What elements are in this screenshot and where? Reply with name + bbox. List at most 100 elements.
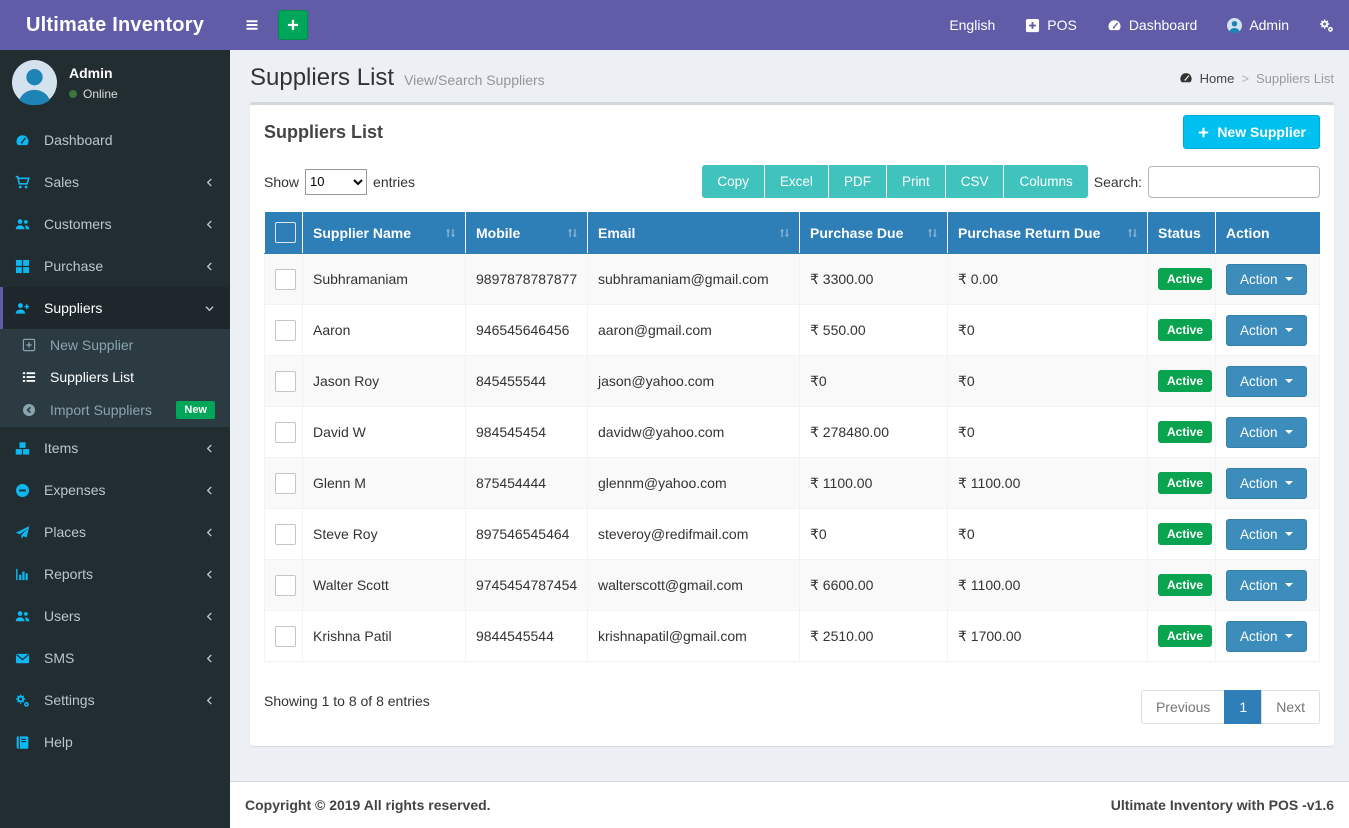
body-row: Admin Online Dashboard Sales Customers Purc… bbox=[0, 50, 1349, 828]
cell-action: Action bbox=[1215, 610, 1320, 662]
cell-purchase-due: ₹0 bbox=[799, 355, 948, 407]
export-print-button[interactable]: Print bbox=[886, 165, 946, 198]
pagination: Previous 1 Next bbox=[1140, 690, 1320, 724]
row-action-button[interactable]: Action bbox=[1226, 365, 1307, 397]
row-action-button[interactable]: Action bbox=[1226, 467, 1307, 499]
sidebar-item-sales[interactable]: Sales bbox=[0, 161, 230, 203]
list-icon bbox=[22, 370, 44, 384]
row-checkbox[interactable] bbox=[275, 268, 296, 290]
page-length-select[interactable]: 10 bbox=[305, 168, 368, 195]
column-header-supplier-name[interactable]: Supplier Name bbox=[302, 212, 466, 254]
user-menu[interactable]: Admin bbox=[1212, 0, 1304, 50]
content: Suppliers List New Supplier Show 10 entr… bbox=[230, 98, 1349, 781]
sidebar-item-label: Items bbox=[44, 440, 79, 456]
cell-status: Active bbox=[1147, 508, 1216, 560]
page-title-text: Suppliers List bbox=[250, 64, 395, 91]
sidebar-item-expenses[interactable]: Expenses bbox=[0, 469, 230, 511]
new-badge: New bbox=[176, 401, 215, 419]
cell-mobile: 9745454787454 bbox=[465, 559, 588, 611]
sidebar-item-customers[interactable]: Customers bbox=[0, 203, 230, 245]
plus-icon bbox=[1197, 126, 1210, 139]
sidebar-item-items[interactable]: Items bbox=[0, 427, 230, 469]
column-header-email[interactable]: Email bbox=[587, 212, 800, 254]
sidebar-item-help[interactable]: Help bbox=[0, 721, 230, 763]
sidebar-item-label: Suppliers bbox=[44, 300, 103, 316]
cogs-icon bbox=[15, 693, 37, 708]
sidebar-item-users[interactable]: Users bbox=[0, 595, 230, 637]
row-checkbox[interactable] bbox=[275, 574, 296, 596]
pagination-page-1-button[interactable]: 1 bbox=[1224, 690, 1263, 724]
sidebar-item-label: Customers bbox=[44, 216, 112, 232]
cell-status: Active bbox=[1147, 559, 1216, 611]
sidebar-item-places[interactable]: Places bbox=[0, 511, 230, 553]
export-copy-button[interactable]: Copy bbox=[702, 165, 765, 198]
navbar-right: English POS Dashboard Admin bbox=[934, 0, 1349, 50]
pagination-previous-button[interactable]: Previous bbox=[1140, 690, 1226, 724]
row-checkbox[interactable] bbox=[275, 625, 296, 647]
language-menu[interactable]: English bbox=[934, 0, 1010, 50]
cell-mobile: 9897878787877 bbox=[465, 253, 588, 305]
sidebar-item-sms[interactable]: SMS bbox=[0, 637, 230, 679]
cell-supplier-name: David W bbox=[302, 406, 466, 458]
cell-mobile: 897546545464 bbox=[465, 508, 588, 560]
row-action-button[interactable]: Action bbox=[1226, 263, 1307, 295]
cell-select bbox=[264, 559, 303, 611]
sort-icon bbox=[778, 226, 791, 239]
row-action-button[interactable]: Action bbox=[1226, 314, 1307, 346]
sidebar-item-reports[interactable]: Reports bbox=[0, 553, 230, 595]
column-header-mobile[interactable]: Mobile bbox=[465, 212, 588, 254]
cell-mobile: 845455544 bbox=[465, 355, 588, 407]
cell-action: Action bbox=[1215, 253, 1320, 305]
cell-purchase-due: ₹ 550.00 bbox=[799, 304, 948, 356]
row-action-button[interactable]: Action bbox=[1226, 518, 1307, 550]
search-input[interactable] bbox=[1148, 165, 1320, 198]
sidebar-toggle-button[interactable] bbox=[230, 0, 274, 50]
row-action-button[interactable]: Action bbox=[1226, 620, 1307, 652]
settings-menu[interactable] bbox=[1304, 0, 1349, 50]
cell-select bbox=[264, 304, 303, 356]
row-action-button[interactable]: Action bbox=[1226, 416, 1307, 448]
caret-down-icon bbox=[1284, 583, 1293, 587]
sidebar-item-settings[interactable]: Settings bbox=[0, 679, 230, 721]
pagination-next-button[interactable]: Next bbox=[1261, 690, 1320, 724]
breadcrumb-home-link[interactable]: Home bbox=[1200, 71, 1235, 86]
column-header-purchase-due[interactable]: Purchase Due bbox=[799, 212, 948, 254]
brand-logo[interactable]: Ultimate Inventory bbox=[0, 0, 230, 50]
row-checkbox[interactable] bbox=[275, 472, 296, 494]
export-pdf-button[interactable]: PDF bbox=[828, 165, 887, 198]
export-excel-button[interactable]: Excel bbox=[764, 165, 829, 198]
cell-status: Active bbox=[1147, 304, 1216, 356]
column-header-status: Status bbox=[1147, 212, 1216, 254]
submenu-suppliers: New Supplier Suppliers List Import Supplie… bbox=[0, 329, 230, 427]
select-all-checkbox[interactable] bbox=[274, 222, 296, 243]
new-supplier-button[interactable]: New Supplier bbox=[1183, 115, 1320, 149]
quick-add-button[interactable] bbox=[278, 10, 308, 40]
sidebar-item-suppliers[interactable]: Suppliers bbox=[0, 287, 230, 329]
suppliers-table: Supplier Name Mobile Email Purchase Due Purc… bbox=[264, 212, 1320, 662]
chevron-left-icon bbox=[204, 611, 215, 622]
sidebar-item-new-supplier[interactable]: New Supplier bbox=[0, 329, 230, 361]
chevron-left-icon bbox=[204, 443, 215, 454]
sidebar-item-import-suppliers[interactable]: Import Suppliers New bbox=[0, 393, 230, 427]
cell-action: Action bbox=[1215, 355, 1320, 407]
sidebar-item-suppliers-list[interactable]: Suppliers List bbox=[0, 361, 230, 393]
row-action-button[interactable]: Action bbox=[1226, 569, 1307, 601]
pos-link[interactable]: POS bbox=[1010, 0, 1092, 50]
sidebar-menu: Dashboard Sales Customers Purchase Suppliers… bbox=[0, 119, 230, 763]
table-body: Subhramaniam 9897878787877 subhramaniam@gm… bbox=[264, 253, 1320, 662]
row-checkbox[interactable] bbox=[275, 319, 296, 341]
row-checkbox[interactable] bbox=[275, 421, 296, 443]
caret-down-icon bbox=[1284, 634, 1293, 638]
cell-status: Active bbox=[1147, 253, 1216, 305]
column-header-purchase-return-due[interactable]: Purchase Return Due bbox=[947, 212, 1148, 254]
sidebar-item-dashboard[interactable]: Dashboard bbox=[0, 119, 230, 161]
dashboard-link[interactable]: Dashboard bbox=[1092, 0, 1213, 50]
sidebar-item-purchase[interactable]: Purchase bbox=[0, 245, 230, 287]
cell-email: steveroy@redifmail.com bbox=[587, 508, 800, 560]
sidebar: Admin Online Dashboard Sales Customers Purc… bbox=[0, 50, 230, 828]
export-columns-button[interactable]: Columns bbox=[1004, 165, 1088, 198]
export-csv-button[interactable]: CSV bbox=[945, 165, 1005, 198]
row-checkbox[interactable] bbox=[275, 523, 296, 545]
row-checkbox[interactable] bbox=[275, 370, 296, 392]
pos-label: POS bbox=[1047, 17, 1077, 33]
